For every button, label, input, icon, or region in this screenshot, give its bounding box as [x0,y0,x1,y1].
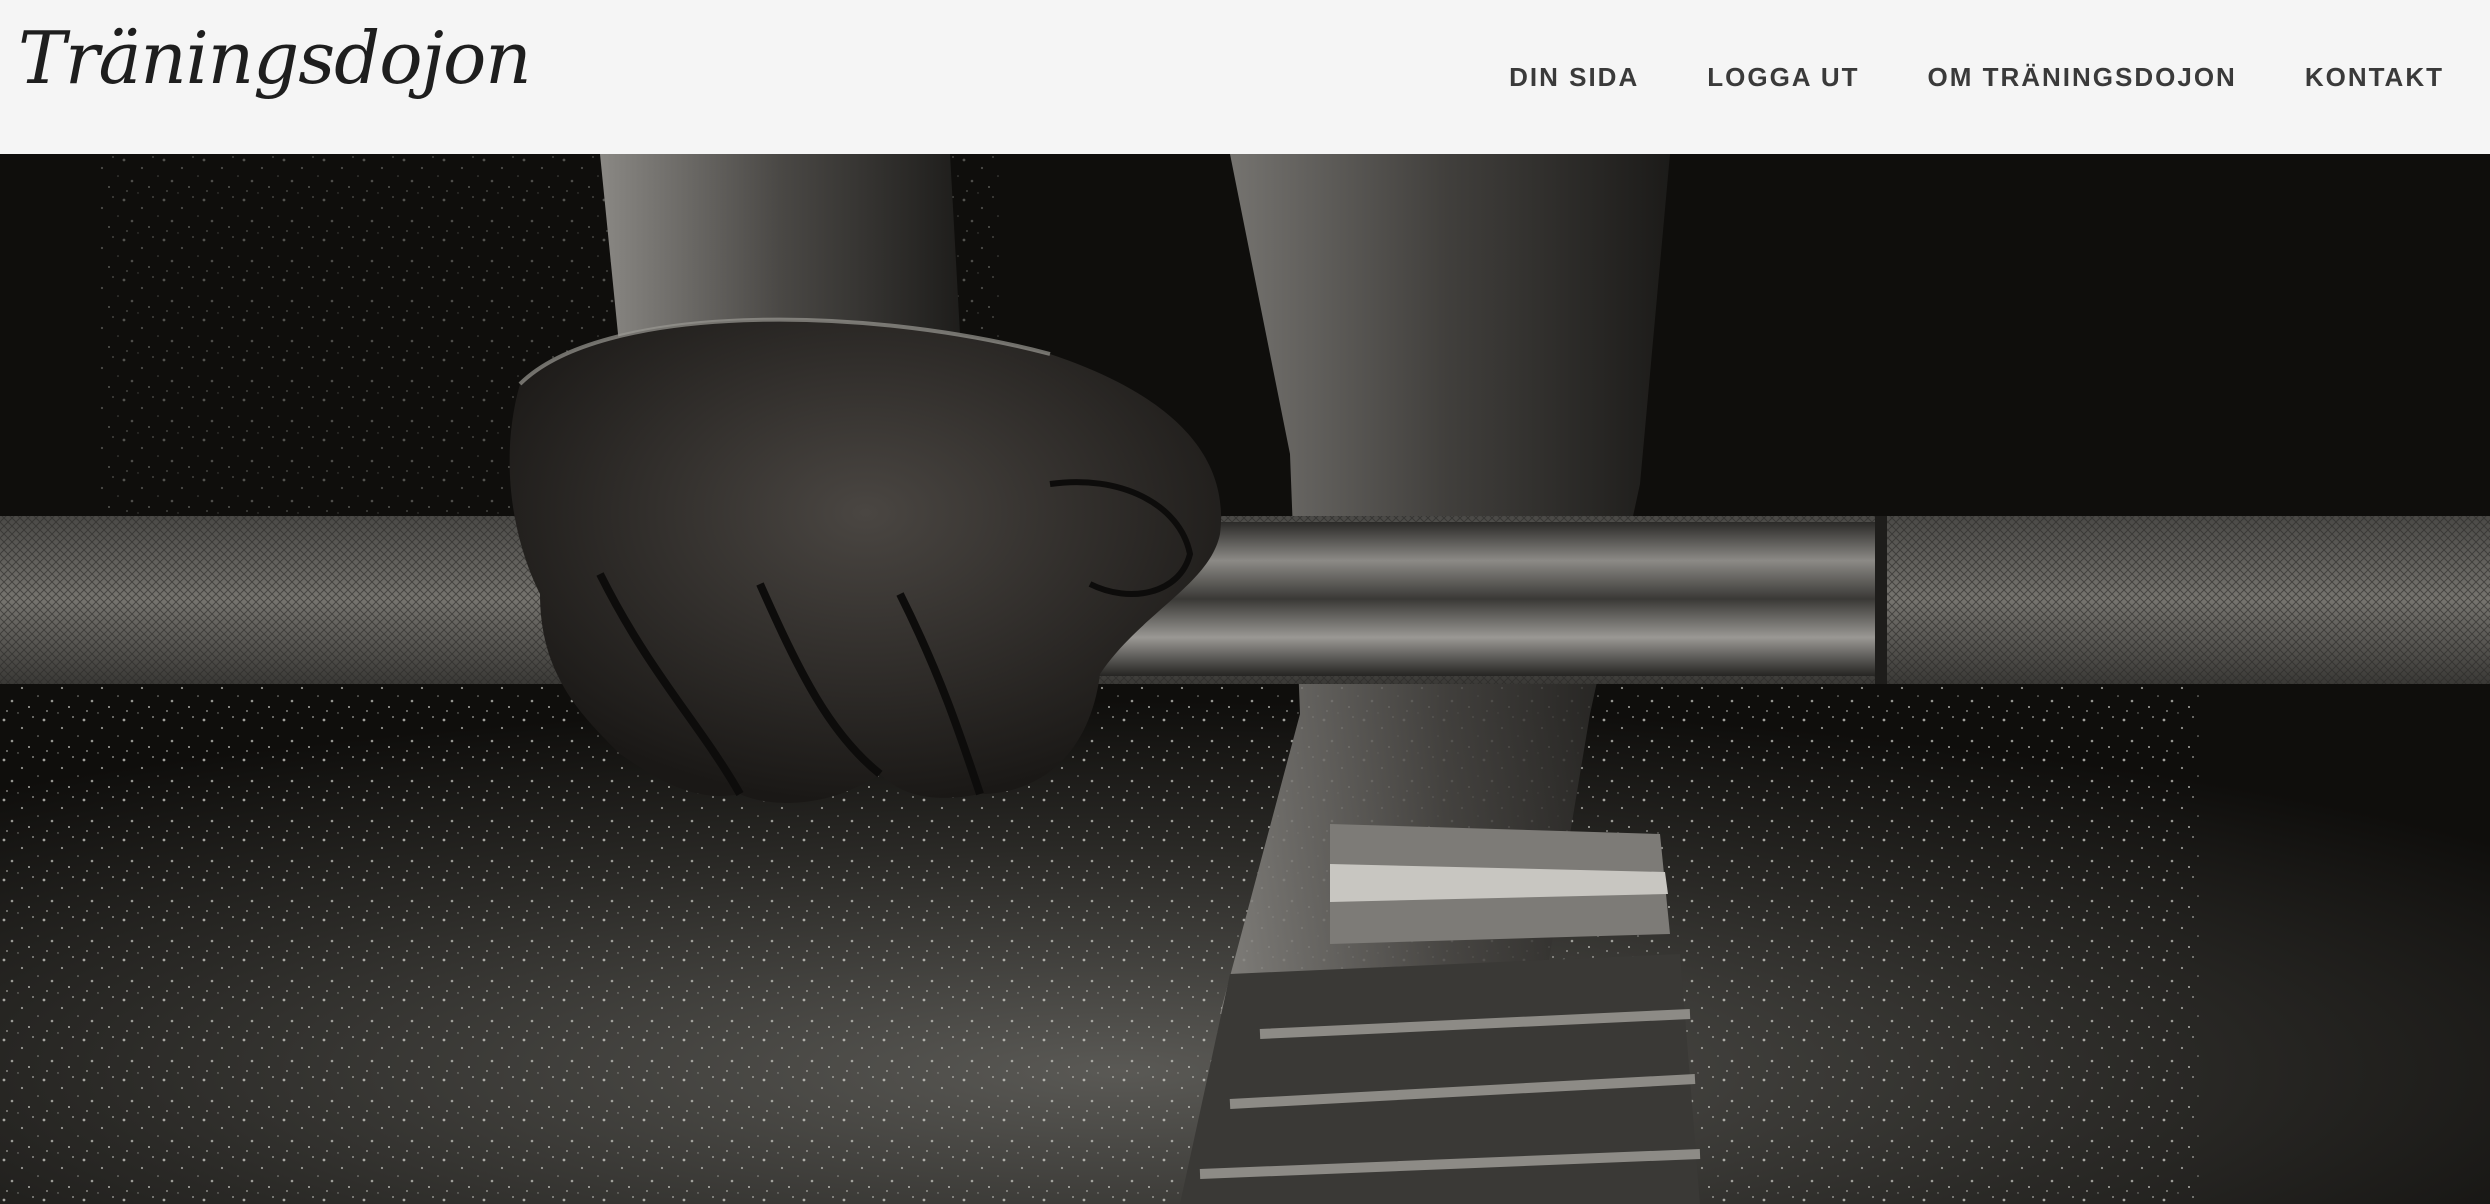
site-header: Träningsdojon DIN SIDA LOGGA UT OM TRÄNI… [0,0,2490,154]
nav-link-din-sida[interactable]: DIN SIDA [1509,62,1639,93]
main-nav: DIN SIDA LOGGA UT OM TRÄNINGSDOJON KONTA… [1509,0,2444,154]
nav-link-logga-ut[interactable]: LOGGA UT [1707,62,1859,93]
barbell-grip-chalk-photo-icon [0,154,2490,1204]
nav-link-om-traningsdojon[interactable]: OM TRÄNINGSDOJON [1927,62,2236,93]
nav-link-kontakt[interactable]: KONTAKT [2305,62,2444,93]
site-logo[interactable]: Träningsdojon [18,22,532,94]
hero-image [0,154,2490,1204]
